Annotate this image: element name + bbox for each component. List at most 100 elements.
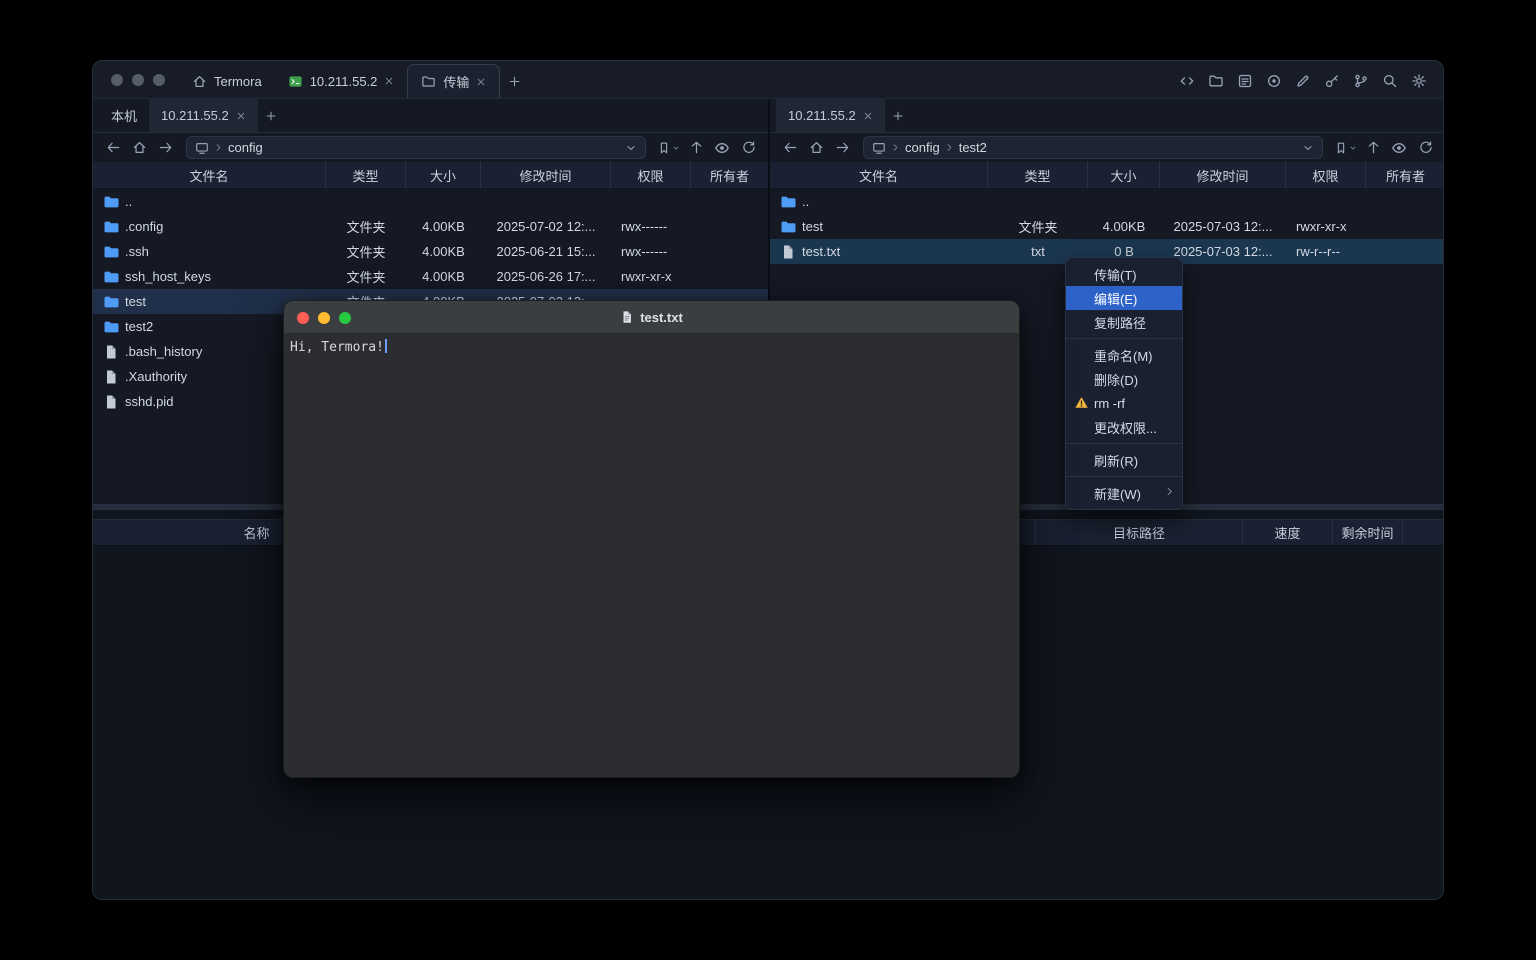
close-window-button[interactable] [297,312,309,324]
column-header-size[interactable]: 大小 [1088,162,1160,188]
menu-item-new[interactable]: 新建(W) [1066,481,1182,505]
pencil-icon[interactable] [1294,72,1311,89]
table-row[interactable]: .. [770,189,1444,214]
column-header-owner[interactable]: 所有者 [1366,162,1444,188]
menu-item-delete[interactable]: 删除(D) [1066,367,1182,391]
new-tab-button[interactable] [500,64,528,98]
minimize-window-button[interactable] [318,312,330,324]
column-header-target-path[interactable]: 目标路径 [1036,520,1243,545]
bookmark-dropdown[interactable] [655,141,682,155]
column-header-eta[interactable]: 剩余时间 [1333,520,1403,545]
refresh-icon[interactable] [1413,136,1437,159]
file-table-header: 文件名 类型 大小 修改时间 权限 所有者 [93,162,768,189]
branch-icon[interactable] [1352,72,1369,89]
parent-directory-icon[interactable] [1361,136,1385,159]
column-header-mtime[interactable]: 修改时间 [481,162,611,188]
folder-icon[interactable] [1207,72,1224,89]
column-header-size[interactable]: 大小 [406,162,481,188]
breadcrumb-segment[interactable]: config [228,140,263,155]
menu-item-transfer[interactable]: 传输(T) [1066,262,1182,286]
bookmark-icon [657,141,671,155]
column-header-perm[interactable]: 权限 [611,162,691,188]
panel-new-tab-button[interactable] [258,99,284,132]
table-row[interactable]: test 文件夹 4.00KB 2025-07-03 12:... rwxr-x… [770,214,1444,239]
close-tab-icon[interactable] [384,76,394,86]
panel-new-tab-button[interactable] [885,99,911,132]
menu-separator [1066,443,1182,444]
record-icon[interactable] [1265,72,1282,89]
menu-item-refresh[interactable]: 刷新(R) [1066,448,1182,472]
column-header-type[interactable]: 类型 [326,162,406,188]
show-hidden-eye-icon[interactable] [710,136,734,159]
close-window-button[interactable] [111,74,123,86]
minimize-window-button[interactable] [132,74,144,86]
breadcrumb-segment[interactable]: config [905,140,940,155]
right-panel-toolbar: config test2 [770,133,1444,162]
column-header-owner[interactable]: 所有者 [691,162,768,188]
forward-icon[interactable] [830,136,854,159]
tab-host[interactable]: 10.211.55.2 [275,64,408,98]
menu-item-label: 编辑(E) [1094,289,1137,308]
menu-item-label: 重命名(M) [1094,346,1153,365]
bookmark-icon [1334,141,1348,155]
file-name: sshd.pid [125,394,173,409]
file-icon [103,394,119,410]
table-row[interactable]: ssh_host_keys 文件夹 4.00KB 2025-06-26 17:.… [93,264,768,289]
column-header-mtime[interactable]: 修改时间 [1160,162,1286,188]
breadcrumb-segment[interactable]: test2 [959,140,987,155]
menu-item-copy-path[interactable]: 复制路径 [1066,310,1182,334]
window-titlebar: Termora 10.211.55.2 传输 [93,61,1443,99]
home-icon[interactable] [804,136,828,159]
zoom-window-button[interactable] [339,312,351,324]
menu-item-rename[interactable]: 重命名(M) [1066,343,1182,367]
code-icon[interactable] [1178,72,1195,89]
right-panel-tab-bar: 10.211.55.2 [770,99,1444,133]
menu-item-rm-rf[interactable]: rm -rf [1066,391,1182,415]
back-icon[interactable] [101,136,125,159]
panel-tab-host[interactable]: 10.211.55.2 [149,99,258,132]
panel-tab-host[interactable]: 10.211.55.2 [776,99,885,132]
bookmark-dropdown[interactable] [1332,141,1359,155]
column-header-speed[interactable]: 速度 [1243,520,1333,545]
close-tab-icon[interactable] [476,77,486,87]
column-header-type[interactable]: 类型 [988,162,1088,188]
path-field[interactable]: config [186,136,646,159]
parent-directory-icon[interactable] [684,136,708,159]
chevron-down-icon [1349,144,1357,152]
chevron-down-icon[interactable] [625,142,637,154]
log-icon[interactable] [1236,72,1253,89]
table-row[interactable]: .ssh 文件夹 4.00KB 2025-06-21 15:... rwx---… [93,239,768,264]
tab-transfer[interactable]: 传输 [407,64,500,98]
table-row[interactable]: .. [93,189,768,214]
menu-item-chmod[interactable]: 更改权限... [1066,415,1182,439]
menu-item-label: 刷新(R) [1094,451,1138,470]
left-panel-toolbar: config [93,133,768,162]
zoom-window-button[interactable] [153,74,165,86]
refresh-icon[interactable] [736,136,760,159]
tab-termora[interactable]: Termora [179,64,275,98]
show-hidden-eye-icon[interactable] [1387,136,1411,159]
folder-icon [103,269,119,285]
key-icon[interactable] [1323,72,1340,89]
column-header-perm[interactable]: 权限 [1286,162,1366,188]
file-name: .. [802,194,809,209]
path-field[interactable]: config test2 [863,136,1323,159]
chevron-down-icon[interactable] [1302,142,1314,154]
table-row[interactable]: .config 文件夹 4.00KB 2025-07-02 12:... rwx… [93,214,768,239]
panel-tab-local[interactable]: 本机 [99,99,149,132]
column-header-name[interactable]: 文件名 [770,162,988,188]
column-header-name[interactable]: 文件名 [93,162,326,188]
menu-item-edit[interactable]: 编辑(E) [1066,286,1182,310]
forward-icon[interactable] [153,136,177,159]
folder-icon [780,194,796,210]
home-icon[interactable] [127,136,151,159]
file-name: .Xauthority [125,369,187,384]
warning-icon [1074,395,1089,413]
back-icon[interactable] [778,136,802,159]
close-tab-icon[interactable] [236,111,246,121]
settings-icon[interactable] [1410,72,1427,89]
editor-titlebar[interactable]: test.txt [284,301,1019,334]
editor-content[interactable]: Hi, Termora! [284,334,1019,361]
close-tab-icon[interactable] [863,111,873,121]
search-icon[interactable] [1381,72,1398,89]
